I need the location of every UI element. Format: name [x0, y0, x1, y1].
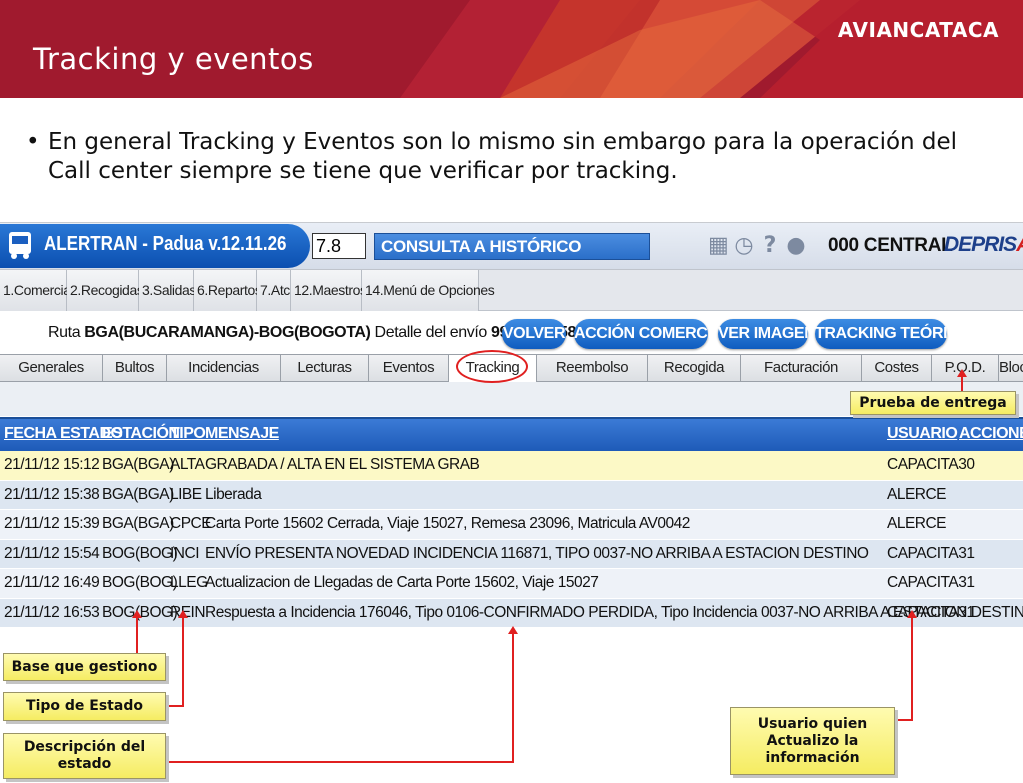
tab-bultos[interactable]: Bultos: [103, 355, 167, 382]
cell-usuario: CAPACITA31: [887, 574, 975, 591]
app-name-banner: ALERTRAN - Padua v.12.11.26: [0, 224, 310, 268]
app-name: ALERTRAN - Padua v.12.11.26: [44, 233, 287, 255]
cell-fecha: 21/11/12 15:39: [4, 515, 100, 532]
deprisa-logo: DEPRISA: [944, 233, 1023, 257]
tab-facturacion[interactable]: Facturación: [741, 355, 862, 382]
tab-lecturas[interactable]: Lecturas: [281, 355, 369, 382]
cell-fecha: 21/11/12 15:12: [4, 456, 100, 473]
slide-header: AVIANCATACA Tracking y eventos: [0, 0, 1023, 98]
col-mensaje-header[interactable]: MENSAJE: [205, 425, 279, 443]
callout-base: Base que gestiono: [3, 653, 166, 681]
brand-logo: AVIANCATACA: [837, 18, 999, 42]
menu-item-salidas[interactable]: 3.Salidas: [139, 270, 196, 311]
cell-usuario: ALERCE: [887, 485, 947, 503]
cell-mensaje: GRABADA / ALTA EN EL SISTEMA GRAB: [205, 456, 480, 473]
table-row[interactable]: 21/11/12 16:49 BOG(BOG) LLEG Actualizaci…: [0, 569, 1023, 599]
logo-accent: A: [1016, 233, 1023, 256]
tracking-tab-highlight: [456, 350, 528, 383]
callout-descripcion: Descripción del estado: [3, 733, 166, 779]
cell-mensaje: Actualizacion de Llegadas de Carta Porte…: [205, 574, 599, 591]
logo-main: DEPRIS: [944, 233, 1017, 256]
col-acciones-header[interactable]: ACCIONES: [959, 425, 1023, 443]
cell-estacion: BGA(BGA): [102, 485, 174, 503]
main-menu: 1.Comercial 2.Recogidas 3.Salidas 6.Repa…: [0, 269, 1023, 311]
tracking-teorico-button[interactable]: TRACKING TEÓRICO: [815, 319, 971, 349]
menu-item-comercial[interactable]: 1.Comercial: [0, 270, 74, 311]
app-window: ALERTRAN - Padua v.12.11.26 7.8 CONSULTA…: [0, 222, 1023, 634]
table-row[interactable]: 21/11/12 15:12 BGA(BGA) ALTA GRABADA / A…: [0, 451, 1023, 481]
callout-prueba-de-entrega: Prueba de entrega: [850, 391, 1016, 415]
tab-costes[interactable]: Costes: [862, 355, 932, 382]
slide-title: Tracking y eventos: [33, 42, 314, 76]
slide: AVIANCATACA Tracking y eventos • En gene…: [0, 0, 1023, 783]
tab-bloc[interactable]: Bloc: [999, 355, 1023, 382]
tab-generales[interactable]: Generales: [0, 355, 103, 382]
cell-fecha: 21/11/12 15:38: [4, 485, 100, 503]
volver-button[interactable]: VOLVER: [502, 319, 566, 349]
cell-usuario: CAPACITA30: [887, 456, 975, 473]
cell-usuario: ALERCE: [887, 515, 947, 532]
app-topbar: ALERTRAN - Padua v.12.11.26 7.8 CONSULTA…: [0, 223, 1023, 269]
bus-icon: [9, 232, 31, 259]
cell-fecha: 21/11/12 15:54: [4, 544, 100, 562]
mode-banner: CONSULTA A HISTÓRICO: [374, 233, 650, 260]
tab-eventos[interactable]: Eventos: [369, 355, 449, 382]
table-row[interactable]: 21/11/12 15:38 BGA(BGA) LIBE Liberada AL…: [0, 480, 1023, 510]
cell-usuario: CAPACITA31: [887, 603, 975, 621]
menu-item-maestros[interactable]: 12.Maestros: [291, 270, 367, 311]
route-bar: Ruta BGA(BUCARAMANGA)-BOG(BOGOTA) Detall…: [0, 318, 1023, 352]
tab-recogida[interactable]: Recogida: [648, 355, 741, 382]
tracking-table: FECHA ESTADO ESTACIÓN TIPO MENSAJE USUAR…: [0, 417, 1023, 628]
detail-prefix: Detalle del envío: [370, 324, 491, 341]
accion-comercial-button[interactable]: ACCIÓN COMERCIAL: [574, 319, 732, 349]
clock-icon[interactable]: ◷: [734, 232, 754, 260]
cell-estacion: BOG(BOG): [102, 574, 178, 591]
menu-item-opciones[interactable]: 14.Menú de Opciones: [362, 270, 495, 311]
menu-item-recogidas[interactable]: 2.Recogidas: [67, 270, 144, 311]
cell-tipo: INCI: [170, 544, 200, 562]
col-tipo-header[interactable]: TIPO: [170, 425, 206, 443]
user-icon[interactable]: ●: [786, 232, 806, 260]
route-value: BGA(BUCARAMANGA)-BOG(BOGOTA): [84, 324, 371, 341]
cell-tipo: LLEG: [170, 574, 208, 591]
calendar-icon[interactable]: ▦: [708, 232, 729, 260]
menu-item-atc[interactable]: 7.Atc: [257, 270, 291, 311]
table-row[interactable]: 21/11/12 15:39 BGA(BGA) CPCE Carta Porte…: [0, 510, 1023, 540]
table-row[interactable]: 21/11/12 15:54 BOG(BOG) INCI ENVÍO PRESE…: [0, 539, 1023, 569]
cell-mensaje: ENVÍO PRESENTA NOVEDAD INCIDENCIA 116871…: [205, 544, 869, 562]
bullet-text: En general Tracking y Eventos son lo mis…: [48, 129, 958, 184]
callout-tipo-estado: Tipo de Estado: [3, 692, 166, 721]
menu-item-repartos[interactable]: 6.Repartos: [194, 270, 262, 311]
cell-tipo: ALTA: [170, 456, 205, 473]
cell-estacion: BOG(BOG): [102, 544, 178, 562]
cell-estacion: BOG(BOG): [102, 603, 178, 621]
tab-reembolso[interactable]: Reembolso: [537, 355, 648, 382]
table-header: FECHA ESTADO ESTACIÓN TIPO MENSAJE USUAR…: [0, 419, 1023, 451]
cell-mensaje: Carta Porte 15602 Cerrada, Viaje 15027, …: [205, 515, 690, 532]
cell-tipo: LIBE: [170, 485, 202, 503]
help-icon[interactable]: ?: [760, 232, 780, 260]
col-estacion-header[interactable]: ESTACIÓN: [102, 425, 180, 443]
tab-incidencias[interactable]: Incidencias: [167, 355, 281, 382]
ver-imagen-button[interactable]: VER IMAGEN: [718, 319, 816, 349]
tab-pod[interactable]: P.O.D.: [932, 355, 999, 382]
cell-estacion: BGA(BGA): [102, 515, 174, 532]
central-label: 000 CENTRAL: [828, 235, 953, 256]
col-usuario-header[interactable]: USUARIO: [887, 425, 958, 443]
cell-usuario: CAPACITA31: [887, 544, 975, 562]
cell-fecha: 21/11/12 16:49: [4, 574, 100, 591]
cell-tipo: REIN: [170, 603, 206, 621]
callout-usuario: Usuario quien Actualizo la información: [730, 707, 895, 775]
cell-mensaje: Liberada: [205, 485, 262, 503]
table-row[interactable]: 21/11/12 16:53 BOG(BOG) REIN Respuesta a…: [0, 598, 1023, 628]
version-field[interactable]: 7.8: [312, 233, 366, 259]
bullet-point: • En general Tracking y Eventos son lo m…: [26, 128, 986, 186]
route-prefix: Ruta: [48, 324, 85, 341]
bullet-icon: •: [26, 129, 40, 155]
cell-estacion: BGA(BGA): [102, 456, 174, 473]
cell-fecha: 21/11/12 16:53: [4, 603, 100, 621]
